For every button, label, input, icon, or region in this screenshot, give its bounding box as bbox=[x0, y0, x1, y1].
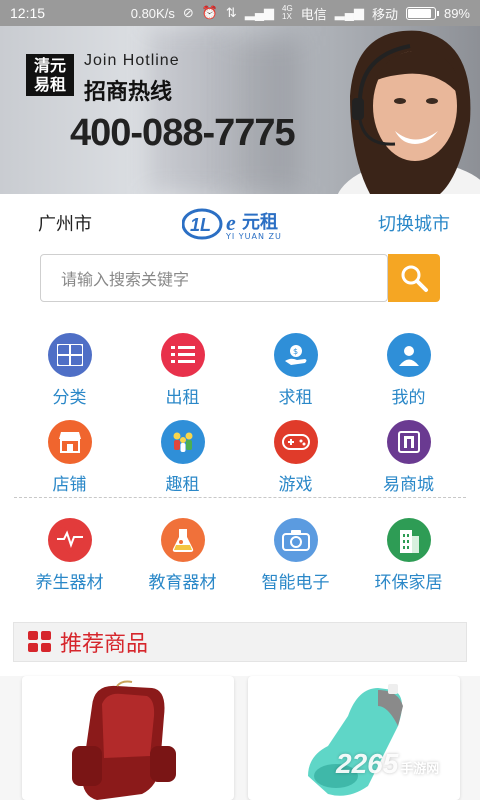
massage-chair-image bbox=[72, 680, 176, 800]
category-row-2: 店铺 趣租 游戏 易商城 bbox=[0, 420, 480, 495]
network-speed: 0.80K/s bbox=[130, 5, 175, 21]
category-row-1: 分类 出租 $ 求租 我的 bbox=[0, 333, 480, 408]
brand-logo: 1L e 元租 YI YUAN ZU bbox=[181, 206, 302, 242]
category-row-3: 养生器材 教育器材 智能电子 环保家居 bbox=[0, 518, 480, 593]
switch-city-link[interactable]: 切换城市 bbox=[378, 210, 450, 236]
category-item[interactable]: 趣租 bbox=[126, 420, 239, 495]
watermark-logo: 2265 手游网 bbox=[336, 748, 440, 779]
category-label: 分类 bbox=[52, 388, 87, 408]
category-label: 店铺 bbox=[52, 475, 87, 495]
banner-carousel[interactable]: 清元 易租 Join Hotline 招商热线 400-088-7775 bbox=[0, 26, 480, 194]
category-label: 游戏 bbox=[278, 475, 313, 495]
category-label: 易商城 bbox=[383, 475, 434, 495]
heartbeat-icon bbox=[47, 518, 92, 562]
battery-icon bbox=[405, 6, 439, 20]
search-icon bbox=[401, 265, 428, 292]
divider bbox=[14, 497, 466, 498]
category-label: 养生器材 bbox=[35, 573, 104, 593]
status-bar: 12:15 0.80K/s ⊘ ⏰ ⇅ ▂▄▆ 4G 1X 电信 ▂▄▆ 移动 … bbox=[0, 0, 480, 26]
search-input[interactable]: 请输入搜索关键字 bbox=[40, 254, 388, 302]
category-item[interactable]: 我的 bbox=[352, 333, 465, 408]
category-item[interactable]: $ 求租 bbox=[239, 333, 352, 408]
svg-text:$: $ bbox=[293, 347, 298, 356]
product-list bbox=[0, 676, 480, 800]
carrier-mobile: 移动 bbox=[371, 6, 398, 22]
category-label: 环保家居 bbox=[374, 573, 443, 593]
banner-logo: 清元 易租 bbox=[26, 54, 74, 96]
category-label: 智能电子 bbox=[261, 573, 330, 593]
camera-icon bbox=[273, 518, 318, 562]
mall-icon bbox=[386, 420, 431, 464]
recommend-header: 推荐商品 bbox=[13, 622, 467, 662]
banner-phone: 400-088-7775 bbox=[70, 112, 296, 154]
building-icon bbox=[386, 518, 431, 562]
current-city[interactable]: 广州市 bbox=[38, 210, 92, 236]
search-button[interactable] bbox=[388, 254, 440, 302]
carrier-telecom: 电信 bbox=[300, 6, 327, 22]
gamepad-icon bbox=[273, 420, 318, 464]
category-item[interactable]: 智能电子 bbox=[239, 518, 352, 593]
category-grid-icon bbox=[47, 333, 92, 377]
people-icon bbox=[160, 420, 205, 464]
flask-icon bbox=[160, 518, 205, 562]
search-placeholder: 请输入搜索关键字 bbox=[61, 270, 190, 289]
signal-icon: ▂▄▆ bbox=[334, 5, 364, 20]
banner-join-hotline: Join Hotline bbox=[84, 52, 180, 69]
category-label: 出租 bbox=[165, 388, 200, 408]
category-item[interactable]: 易商城 bbox=[352, 420, 465, 495]
category-item[interactable]: 教育器材 bbox=[126, 518, 239, 593]
brand-pinyin: YI YUAN ZU bbox=[226, 232, 282, 241]
category-item[interactable]: 店铺 bbox=[13, 420, 126, 495]
alarm-icon: ⏰ bbox=[201, 5, 218, 20]
category-item[interactable]: 环保家居 bbox=[352, 518, 465, 593]
mute-icon: ⊘ bbox=[182, 5, 194, 20]
signal-icon: ▂▄▆ bbox=[244, 5, 275, 20]
category-label: 教育器材 bbox=[148, 573, 217, 593]
banner-hotline-cn: 招商热线 bbox=[84, 80, 173, 105]
vibrate-icon: ⇅ bbox=[225, 5, 237, 20]
product-card[interactable] bbox=[248, 676, 460, 800]
category-item[interactable]: 分类 bbox=[13, 333, 126, 408]
user-icon bbox=[386, 333, 431, 377]
massage-chair-image bbox=[308, 684, 403, 796]
product-card[interactable] bbox=[22, 676, 234, 800]
status-time: 12:15 bbox=[10, 5, 46, 21]
customer-service-woman-image bbox=[337, 30, 480, 194]
category-item[interactable]: 出租 bbox=[126, 333, 239, 408]
battery-fill bbox=[407, 8, 432, 18]
category-label: 我的 bbox=[391, 388, 426, 408]
recommend-title: 推荐商品 bbox=[60, 632, 149, 657]
grid-icon bbox=[28, 631, 51, 652]
network-type: 4G 1X bbox=[282, 4, 293, 21]
category-item[interactable]: 游戏 bbox=[239, 420, 352, 495]
category-label: 趣租 bbox=[165, 475, 200, 495]
brand-name: 元租 bbox=[242, 212, 278, 233]
category-label: 求租 bbox=[278, 388, 313, 408]
battery-percent: 89% bbox=[443, 5, 470, 21]
svg-text:1L: 1L bbox=[190, 215, 211, 235]
store-icon bbox=[47, 420, 92, 464]
money-hand-icon: $ bbox=[273, 333, 318, 377]
category-item[interactable]: 养生器材 bbox=[13, 518, 126, 593]
list-icon bbox=[160, 333, 205, 377]
